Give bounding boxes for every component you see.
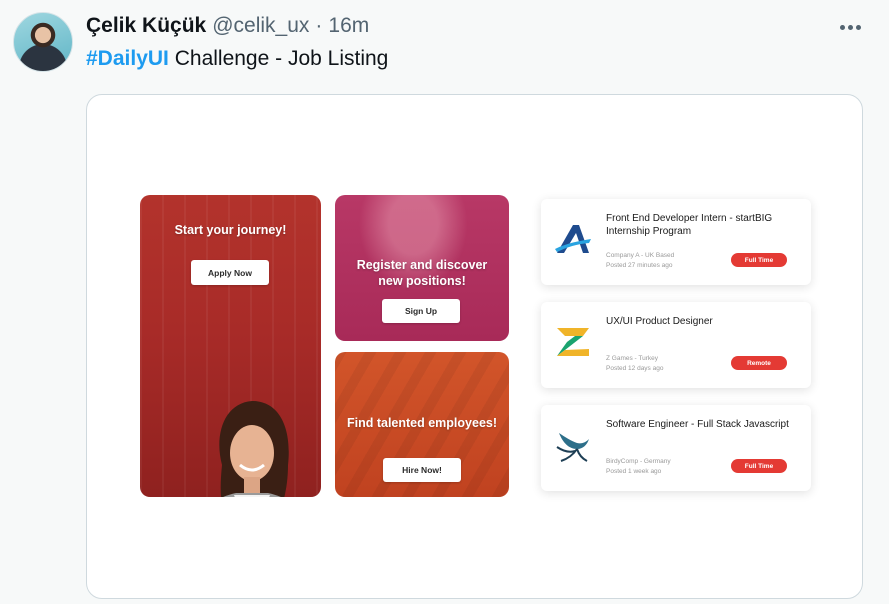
job-company: Z Games - Turkey bbox=[606, 355, 659, 362]
birdycomp-logo-icon bbox=[556, 433, 589, 462]
job-card[interactable]: UX/UI Product Designer Z Games - Turkey … bbox=[541, 302, 811, 388]
job-posted-time: Posted 27 minutes ago bbox=[606, 262, 673, 269]
job-title: Software Engineer - Full Stack Javascrip… bbox=[606, 419, 789, 430]
hire-now-button[interactable]: Hire Now! bbox=[383, 458, 461, 482]
author-avatar[interactable] bbox=[13, 12, 73, 72]
more-options-icon[interactable] bbox=[835, 14, 865, 40]
job-card[interactable]: Front End Developer Intern - startBIG In… bbox=[541, 199, 811, 285]
job-company: Company A - UK Based bbox=[606, 252, 675, 259]
job-posted-time: Posted 1 week ago bbox=[606, 468, 662, 475]
promo-title: Register and discover new positions! bbox=[356, 258, 488, 288]
sign-up-button[interactable]: Sign Up bbox=[382, 299, 460, 323]
job-type-badge: Full Time bbox=[731, 459, 787, 473]
hashtag-link[interactable]: #DailyUI bbox=[86, 47, 169, 70]
woman-illustration bbox=[219, 401, 289, 497]
promo-title: Find talented employees! bbox=[346, 416, 498, 430]
tweet-media[interactable]: Start your journey! Apply Now Register a… bbox=[86, 94, 863, 599]
z-games-logo-icon bbox=[557, 328, 589, 356]
author-handle[interactable]: @celik_ux bbox=[212, 14, 309, 38]
job-posted-time: Posted 12 days ago bbox=[606, 365, 664, 372]
tweet-time[interactable]: 16m bbox=[328, 14, 369, 38]
author-name[interactable]: Çelik Küçük bbox=[86, 14, 206, 38]
job-type-badge: Remote bbox=[731, 356, 787, 370]
promo-title: Start your journey! bbox=[174, 223, 287, 237]
tweet-header: Çelik Küçük @celik_ux · 16m bbox=[86, 14, 369, 38]
job-company: BirdyComp - Germany bbox=[606, 458, 671, 465]
tweet: Çelik Küçük @celik_ux · 16m #DailyUI Cha… bbox=[0, 0, 889, 604]
tweet-text: #DailyUI Challenge - Job Listing bbox=[86, 47, 388, 71]
promo-card-register: Register and discover new positions! Sig… bbox=[335, 195, 509, 341]
tweet-body: Challenge - Job Listing bbox=[174, 47, 389, 70]
promo-card-hire: Find talented employees! Hire Now! bbox=[335, 352, 509, 497]
job-card[interactable]: Software Engineer - Full Stack Javascrip… bbox=[541, 405, 811, 491]
promo-card-journey: Start your journey! Apply Now bbox=[140, 195, 321, 497]
separator-dot: · bbox=[315, 14, 323, 37]
company-a-logo-icon bbox=[555, 225, 591, 253]
job-type-badge: Full Time bbox=[731, 253, 787, 267]
job-title: Front End Developer Intern - startBIG In… bbox=[606, 213, 773, 237]
job-title: UX/UI Product Designer bbox=[606, 316, 713, 327]
apply-now-button[interactable]: Apply Now bbox=[191, 260, 269, 285]
